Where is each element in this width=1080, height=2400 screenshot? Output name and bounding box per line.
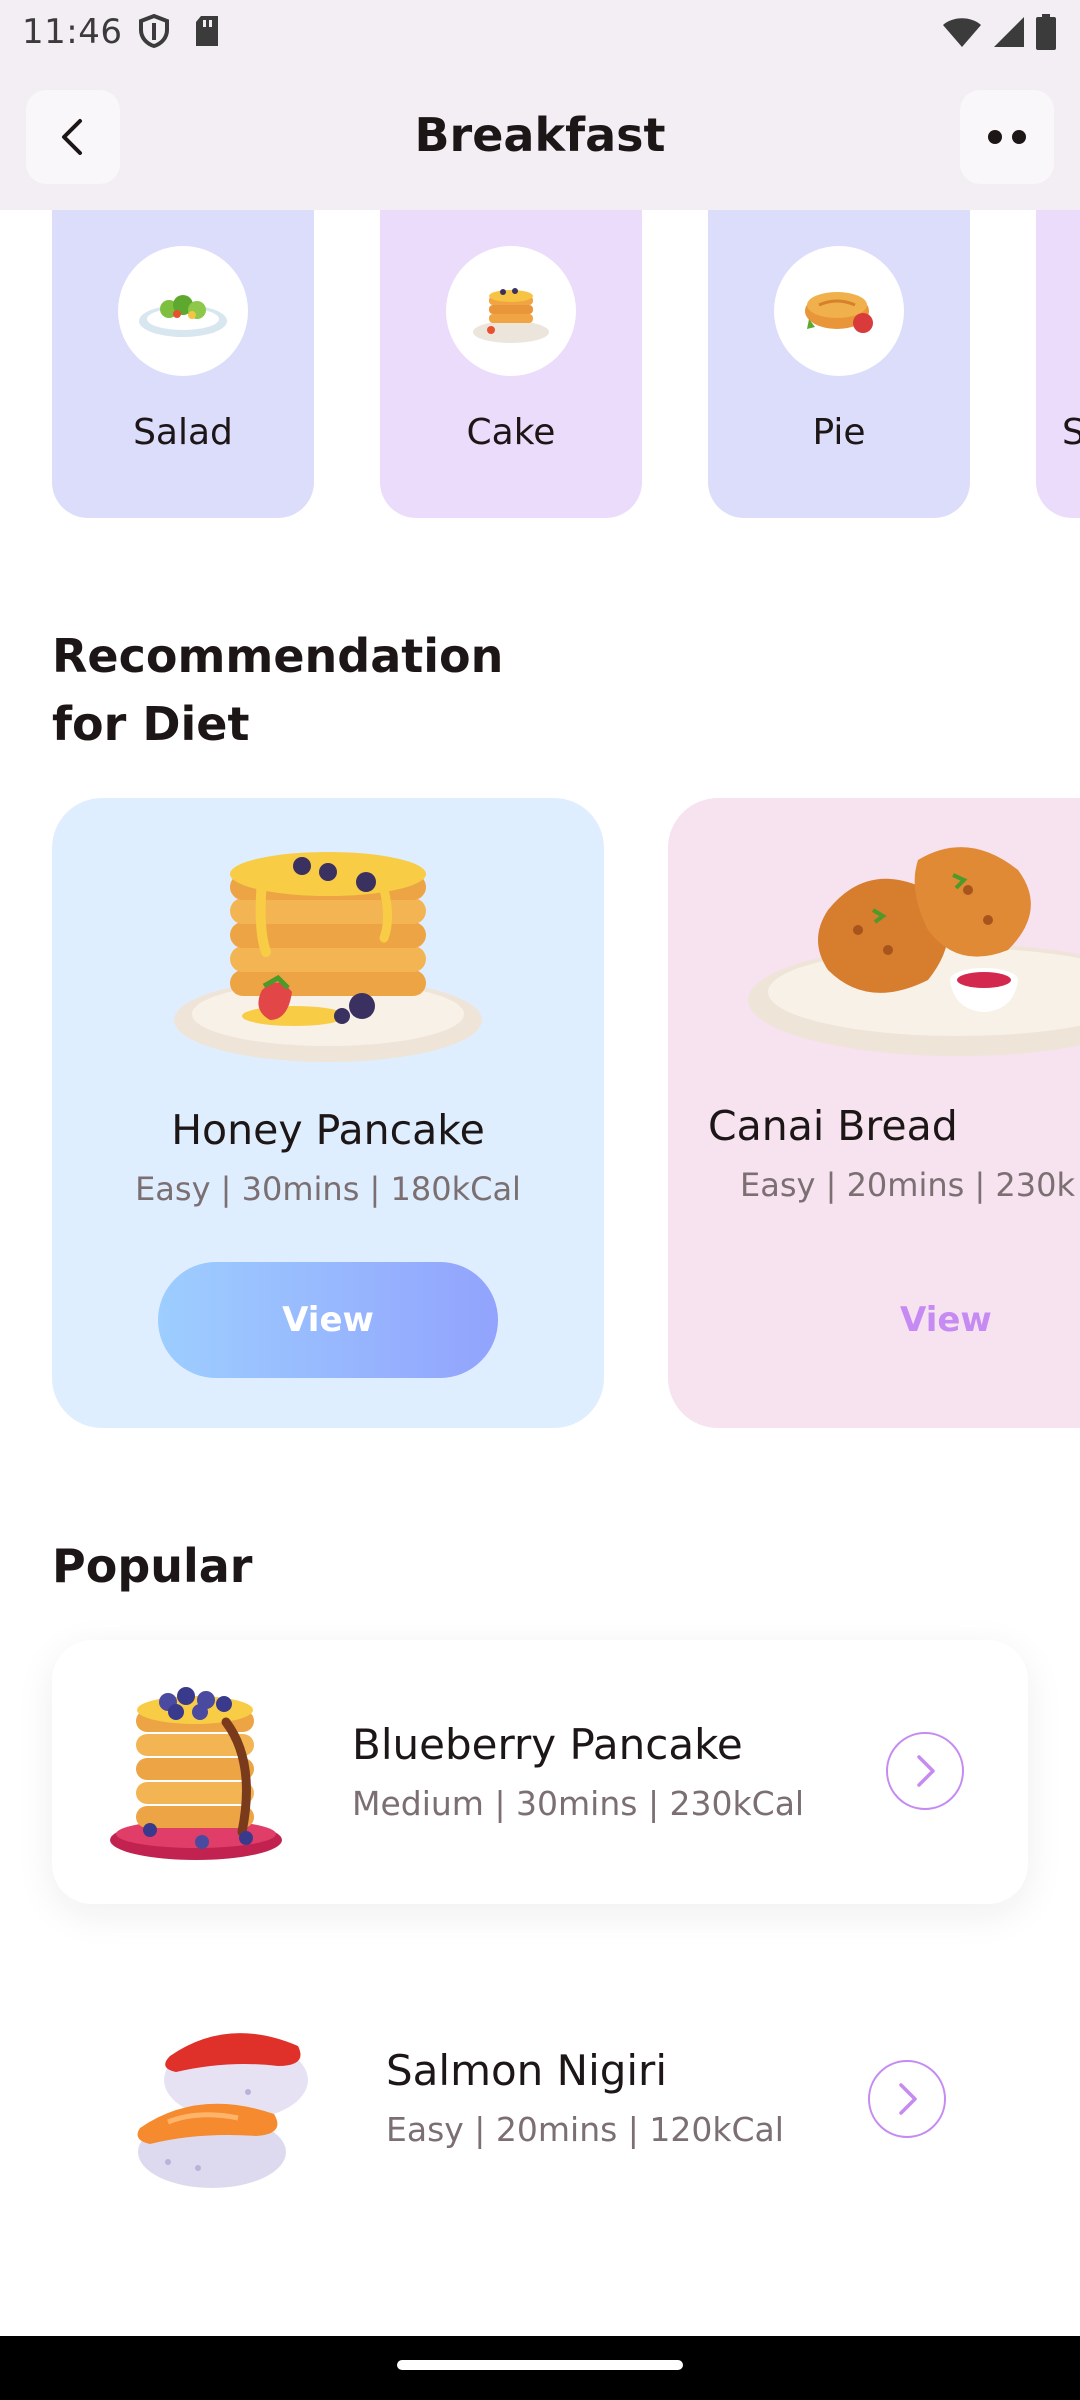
recommendation-card-canai-bread[interactable]: Canai Bread Easy | 20mins | 230k View: [668, 798, 1080, 1428]
view-button[interactable]: View: [900, 1300, 992, 1340]
recommendation-meta: Easy | 20mins | 230k: [740, 1166, 1076, 1204]
recommendation-title: Recommendation for Diet: [52, 622, 503, 758]
popular-item-salmon-nigiri[interactable]: Salmon Nigiri Easy | 20mins | 120kCal: [52, 1970, 1028, 2234]
blueberry-pancake-image: [110, 1687, 282, 1860]
recommendation-meta: Easy | 30mins | 180kCal: [135, 1170, 521, 1208]
category-label: Cake: [466, 412, 556, 453]
chevron-right-icon: [917, 1755, 935, 1787]
home-gesture-handle[interactable]: [397, 2360, 683, 2370]
salad-image: [139, 295, 227, 337]
status-right-icons: [942, 14, 1056, 50]
recommendation-card-honey-pancake[interactable]: Honey Pancake Easy | 30mins | 180kCal Vi…: [52, 798, 604, 1428]
more-button[interactable]: [960, 90, 1054, 184]
category-list: Salad Cake Pie S: [0, 210, 1080, 520]
shield-icon: [139, 14, 169, 48]
category-image-circle: [446, 246, 576, 376]
cake-image: [473, 288, 549, 343]
wifi-icon: [943, 18, 981, 47]
category-label: S: [1062, 412, 1080, 453]
view-button[interactable]: View: [158, 1262, 498, 1378]
open-item-button[interactable]: [868, 2060, 946, 2138]
category-label: Salad: [133, 412, 233, 453]
popular-item-name: Salmon Nigiri: [386, 2046, 667, 2095]
popular-item-meta: Easy | 20mins | 120kCal: [386, 2110, 784, 2149]
category-image-circle: [118, 246, 248, 376]
battery-icon: [1036, 14, 1056, 50]
category-card-salad[interactable]: Salad: [52, 210, 314, 518]
system-navigation-bar: [0, 2336, 1080, 2400]
status-left-icons: [138, 14, 222, 48]
salmon-nigiri-image: [137, 2033, 308, 2188]
honey-pancake-image: [174, 852, 482, 1062]
app-header: Breakfast: [0, 64, 1080, 210]
popular-item-meta: Medium | 30mins | 230kCal: [352, 1784, 805, 1823]
pie-image: [805, 292, 873, 333]
recommendation-name: Canai Bread: [708, 1102, 958, 1150]
recommendation-name: Honey Pancake: [171, 1106, 485, 1154]
sd-card-icon: [196, 16, 218, 46]
category-image-circle: [774, 246, 904, 376]
recommendation-title-line2: for Diet: [52, 697, 250, 751]
recommendation-title-line1: Recommendation: [52, 629, 504, 683]
category-card-pie[interactable]: Pie: [708, 210, 970, 518]
canai-bread-image: [748, 847, 1080, 1056]
page-title: Breakfast: [414, 108, 666, 162]
category-card-partial[interactable]: S: [1036, 210, 1080, 518]
open-item-button[interactable]: [886, 1732, 964, 1810]
status-time: 11:46: [22, 12, 123, 52]
category-card-cake[interactable]: Cake: [380, 210, 642, 518]
more-dots-icon: [988, 130, 1026, 144]
signal-icon: [994, 17, 1024, 47]
popular-title: Popular: [52, 1539, 253, 1593]
popular-item-blueberry-pancake[interactable]: Blueberry Pancake Medium | 30mins | 230k…: [52, 1640, 1028, 1904]
category-label: Pie: [812, 412, 866, 453]
popular-item-name: Blueberry Pancake: [352, 1720, 743, 1769]
status-bar: 11:46: [0, 0, 1080, 64]
chevron-right-icon: [899, 2083, 917, 2115]
